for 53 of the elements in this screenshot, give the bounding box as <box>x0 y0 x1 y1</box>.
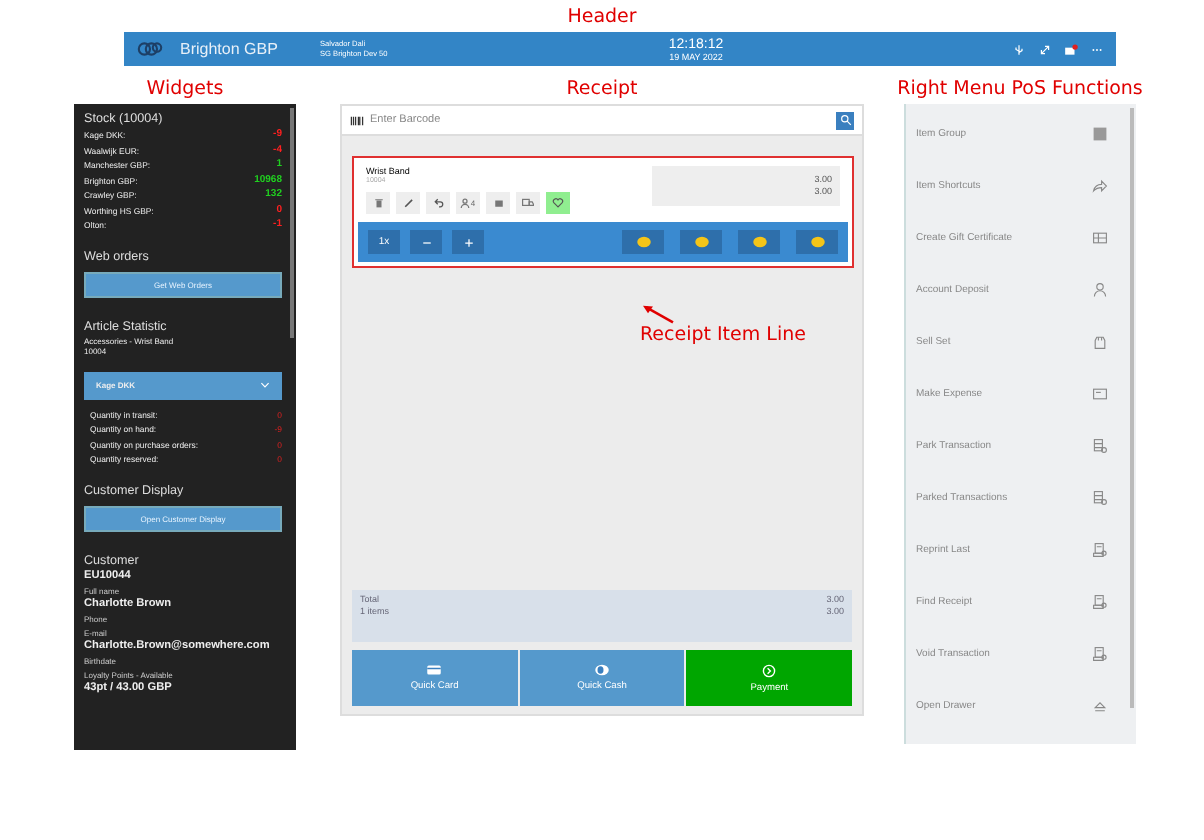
barcode-icon <box>350 115 364 125</box>
truck-icon <box>522 198 534 208</box>
minus-icon <box>421 237 431 247</box>
return-button[interactable] <box>426 192 450 214</box>
coin-icon <box>635 236 651 248</box>
discount-button[interactable] <box>680 230 722 254</box>
store-name: Brighton GBP <box>180 40 280 58</box>
person-icon <box>1092 282 1108 298</box>
receipt-icon <box>1092 646 1108 662</box>
person-icon <box>460 198 471 208</box>
bag-icon <box>1092 334 1108 350</box>
edit-button[interactable] <box>396 192 420 214</box>
scrollbar[interactable] <box>1130 108 1134 708</box>
eject-icon <box>1092 698 1108 714</box>
annotation-label: Right Menu PoS Functions <box>897 77 1143 99</box>
annotation-label: Header <box>567 5 637 27</box>
undo-icon <box>433 198 443 208</box>
receipt-icon <box>1092 542 1108 558</box>
discount-button[interactable] <box>796 230 838 254</box>
discount-button[interactable] <box>622 230 664 254</box>
annotation-label: Receipt Item Line <box>640 324 806 346</box>
increase-button[interactable] <box>452 230 484 254</box>
usb-icon[interactable] <box>1012 43 1026 55</box>
favorite-button[interactable] <box>546 192 570 214</box>
scrollbar[interactable] <box>290 108 294 338</box>
card-icon <box>426 664 443 676</box>
coin-icon <box>693 236 709 248</box>
coin-icon <box>751 236 767 248</box>
expand-icon[interactable] <box>1038 43 1052 55</box>
delete-button[interactable] <box>366 192 390 214</box>
search-icon <box>839 114 851 126</box>
arrow-circle-icon <box>762 663 777 677</box>
share-icon <box>1092 178 1108 194</box>
trash-icon <box>373 198 383 208</box>
mail-icon[interactable] <box>1064 43 1078 55</box>
delivery-button[interactable] <box>516 192 540 214</box>
pencil-icon <box>403 198 413 208</box>
receipt-icon <box>1092 594 1108 610</box>
card-icon <box>1092 386 1108 402</box>
plus-icon <box>463 237 473 247</box>
annotation-label: Receipt <box>566 77 638 99</box>
coin-icon <box>809 236 825 248</box>
callout-arrow <box>640 304 676 324</box>
annotation-label: Widgets <box>146 77 224 99</box>
discount-button[interactable] <box>738 230 780 254</box>
decrease-button[interactable] <box>410 230 442 254</box>
search-button[interactable] <box>836 111 854 129</box>
box-button[interactable] <box>486 192 510 214</box>
coins-icon <box>594 664 610 676</box>
logo-icon <box>136 40 164 58</box>
heart-icon <box>552 198 564 208</box>
chevron-down-icon <box>260 382 270 388</box>
box-icon <box>493 198 503 208</box>
